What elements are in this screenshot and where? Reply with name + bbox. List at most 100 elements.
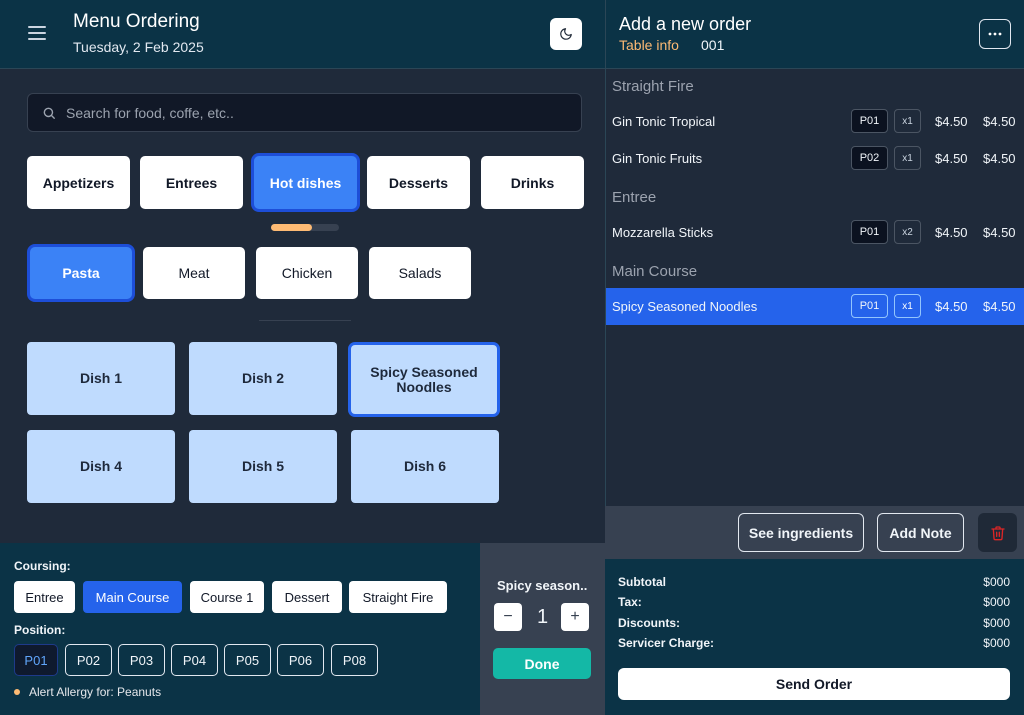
order-item-total: $4.50 [983,225,1016,240]
category-hot-dishes[interactable]: Hot dishes [254,156,357,209]
position-p05[interactable]: P05 [224,644,271,676]
order-item-position[interactable]: P01 [851,109,888,133]
order-list: Straight Fire Gin Tonic Tropical P01 x1 … [605,69,1024,506]
order-actions: See ingredients Add Note [605,506,1024,559]
category-appetizers[interactable]: Appetizers [27,156,130,209]
service-charge-value: $000 [983,636,1010,650]
search-icon [43,107,55,119]
coursing-entree[interactable]: Entree [14,581,75,613]
position-p01[interactable]: P01 [14,644,58,676]
order-item-total: $4.50 [983,114,1016,129]
subtotal-label: Subtotal [618,575,666,589]
moon-icon [560,28,572,40]
subcategory-chicken[interactable]: Chicken [256,247,358,299]
allergy-alert: Alert Allergy for: Peanuts [29,685,162,699]
position-p06[interactable]: P06 [277,644,324,676]
order-item-price: $4.50 [935,299,968,314]
dish-tile[interactable]: Dish 5 [189,430,337,503]
current-date: Tuesday, 2 Feb 2025 [73,39,204,55]
discounts-value: $000 [983,616,1010,630]
order-item-name: Spicy Seasoned Noodles [612,299,758,314]
add-note-button[interactable]: Add Note [877,513,964,552]
trash-icon [990,525,1005,540]
order-item-name: Gin Tonic Fruits [612,151,703,166]
dish-tile[interactable]: Dish 6 [351,430,499,503]
search-bar [27,93,582,132]
order-group-header: Entree [612,189,657,206]
position-p04[interactable]: P04 [171,644,218,676]
order-item-price: $4.50 [935,114,968,129]
order-group-header: Main Course [612,263,698,280]
subcategory-salads[interactable]: Salads [369,247,471,299]
position-label: Position: [14,623,66,637]
dish-tile[interactable]: Dish 2 [189,342,337,415]
discounts-row: Discounts: $000 [618,616,1010,630]
order-item[interactable]: Gin Tonic Fruits P02 x1 $4.50 $4.50 [606,140,1024,177]
order-item-quantity[interactable]: x1 [894,146,921,170]
position-p03[interactable]: P03 [118,644,165,676]
tax-row: Tax: $000 [618,595,1010,609]
tax-value: $000 [983,595,1010,609]
subtotal-row: Subtotal $000 [618,575,1010,589]
order-item-name: Mozzarella Sticks [612,225,714,240]
discounts-label: Discounts: [618,616,681,630]
order-item-quantity[interactable]: x2 [894,220,921,244]
position-p02[interactable]: P02 [65,644,112,676]
order-summary: Subtotal $000 Tax: $000 Discounts: $000 … [605,559,1024,715]
quantity-item-name: Spicy season.. [497,578,588,593]
quantity-panel: Spicy season.. − 1 + Done [480,543,605,715]
done-button[interactable]: Done [493,648,591,679]
order-item-quantity[interactable]: x1 [894,109,921,133]
category-scroll-indicator [271,224,339,231]
order-item-position[interactable]: P01 [851,220,888,244]
order-item-selected[interactable]: Spicy Seasoned Noodles P01 x1 $4.50 $4.5… [606,288,1024,325]
coursing-straight-fire[interactable]: Straight Fire [349,581,447,613]
order-item-position[interactable]: P02 [851,146,888,170]
order-item-name: Gin Tonic Tropical [612,114,716,129]
more-horizontal-icon [988,32,1002,36]
category-drinks[interactable]: Drinks [481,156,584,209]
subcategory-meat[interactable]: Meat [143,247,245,299]
order-item-price: $4.50 [935,151,968,166]
order-item[interactable]: Mozzarella Sticks P01 x2 $4.50 $4.50 [606,214,1024,251]
hamburger-menu-icon[interactable] [28,26,46,40]
subcategory-pasta[interactable]: Pasta [30,247,132,299]
see-ingredients-button[interactable]: See ingredients [738,513,864,552]
page-title: Menu Ordering [73,11,200,32]
order-item-quantity[interactable]: x1 [894,294,921,318]
category-scroll-fill [271,224,312,231]
order-title: Add a new order [619,14,752,34]
order-item-position[interactable]: P01 [851,294,888,318]
order-item-total: $4.50 [983,299,1016,314]
category-entrees[interactable]: Entrees [140,156,243,209]
decrease-quantity-button[interactable]: − [494,603,522,631]
menu-header: Menu Ordering Tuesday, 2 Feb 2025 [0,0,605,69]
category-desserts[interactable]: Desserts [367,156,470,209]
menu-panel: Appetizers Entrees Hot dishes Desserts D… [0,69,605,543]
order-item-total: $4.50 [983,151,1016,166]
coursing-main-course[interactable]: Main Course [83,581,182,613]
dark-mode-toggle-button[interactable] [550,18,582,50]
dish-tile[interactable]: Dish 4 [27,430,175,503]
coursing-course-1[interactable]: Course 1 [190,581,264,613]
search-input[interactable] [66,104,546,121]
increase-quantity-button[interactable]: + [561,603,589,631]
section-divider [259,320,351,321]
order-item[interactable]: Gin Tonic Tropical P01 x1 $4.50 $4.50 [606,103,1024,140]
order-header: Add a new order Table info 001 [605,0,1024,69]
send-order-button[interactable]: Send Order [618,668,1010,700]
tax-label: Tax: [618,595,642,609]
dish-tile[interactable]: Dish 1 [27,342,175,415]
coursing-dessert[interactable]: Dessert [272,581,342,613]
service-charge-label: Servicer Charge: [618,636,715,650]
position-p08[interactable]: P08 [331,644,378,676]
delete-item-button[interactable] [978,513,1017,552]
quantity-value: 1 [536,606,549,628]
dish-tile-selected[interactable]: Spicy Seasoned Noodles [351,345,497,414]
order-group-header: Straight Fire [612,78,694,95]
service-charge-row: Servicer Charge: $000 [618,636,1010,650]
alert-dot-icon [14,689,20,695]
subtotal-value: $000 [983,575,1010,589]
more-options-button[interactable] [979,19,1011,49]
table-number: 001 [701,37,725,53]
